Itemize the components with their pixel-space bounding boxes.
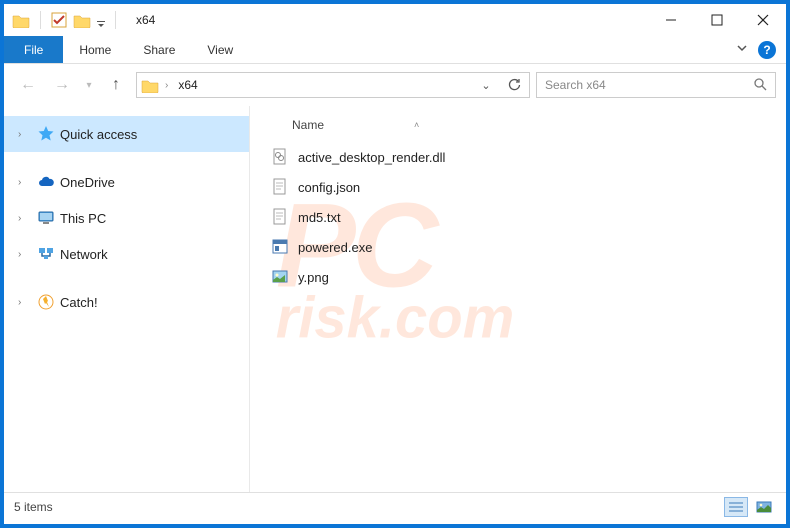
chevron-right-icon[interactable]: › (18, 297, 32, 308)
item-count: 5 items (14, 500, 53, 514)
file-image-icon (270, 267, 290, 287)
details-view-button[interactable] (724, 497, 748, 517)
search-input[interactable]: Search x64 (536, 72, 776, 98)
minimize-button[interactable] (648, 5, 694, 35)
thumbnails-view-button[interactable] (752, 497, 776, 517)
sidebar-item-catch-[interactable]: › Catch! (4, 284, 249, 320)
file-row[interactable]: md5.txt (264, 202, 786, 232)
address-bar: ← → ▾ ↑ › x64 ⌄ Search x64 (4, 64, 786, 106)
address-dropdown-icon[interactable]: ⌄ (475, 79, 497, 92)
navigation-pane: › Quick access › OneDrive › This PC › Network › C… (4, 106, 250, 492)
network-icon (36, 244, 56, 264)
sidebar-item-onedrive[interactable]: › OneDrive (4, 164, 249, 200)
file-row[interactable]: powered.exe (264, 232, 786, 262)
checkmark-icon[interactable] (51, 12, 67, 28)
catch-icon (36, 292, 56, 312)
sidebar-item-label: Network (60, 247, 108, 262)
file-text-icon (270, 207, 290, 227)
file-row[interactable]: y.png (264, 262, 786, 292)
chevron-right-icon[interactable]: › (18, 177, 32, 188)
chevron-right-icon[interactable]: › (18, 213, 32, 224)
file-row[interactable]: active_desktop_render.dll (264, 142, 786, 172)
sidebar-item-label: Catch! (60, 295, 98, 310)
cloud-icon (36, 172, 56, 192)
file-text-icon (270, 177, 290, 197)
sort-indicator-icon: ˄ (414, 120, 419, 130)
back-button[interactable]: ← (14, 71, 42, 99)
recent-dropdown-icon[interactable]: ▾ (82, 71, 96, 99)
sidebar-item-label: This PC (60, 211, 106, 226)
search-icon[interactable] (753, 77, 767, 94)
qat-dropdown-icon[interactable] (97, 16, 105, 24)
pc-icon (36, 208, 56, 228)
file-dll-icon (270, 147, 290, 167)
folder-icon (141, 78, 159, 93)
star-icon (36, 124, 56, 144)
column-name-label: Name (292, 118, 324, 132)
help-icon[interactable]: ? (758, 41, 776, 59)
file-name: config.json (298, 180, 360, 195)
breadcrumb[interactable]: x64 (174, 78, 201, 92)
tab-share[interactable]: Share (127, 36, 191, 63)
status-bar: 5 items (4, 492, 786, 520)
sidebar-item-label: OneDrive (60, 175, 115, 190)
file-name: powered.exe (298, 240, 372, 255)
file-list: Name ˄ active_desktop_render.dll config.j… (250, 106, 786, 492)
up-button[interactable]: ↑ (102, 71, 130, 99)
address-box[interactable]: › x64 ⌄ (136, 72, 530, 98)
tab-file[interactable]: File (4, 36, 63, 63)
search-placeholder: Search x64 (545, 78, 753, 92)
ribbon-expand-icon[interactable] (736, 41, 748, 59)
file-name: active_desktop_render.dll (298, 150, 445, 165)
maximize-button[interactable] (694, 5, 740, 35)
file-name: y.png (298, 270, 329, 285)
chevron-right-icon[interactable]: › (165, 80, 168, 91)
chevron-right-icon[interactable]: › (18, 249, 32, 260)
tab-home[interactable]: Home (63, 36, 127, 63)
refresh-icon[interactable] (503, 78, 525, 92)
titlebar: x64 (4, 4, 786, 36)
chevron-right-icon[interactable]: › (18, 129, 32, 140)
window-title: x64 (136, 13, 155, 27)
folder-icon (12, 13, 30, 28)
sidebar-item-quick-access[interactable]: › Quick access (4, 116, 249, 152)
file-name: md5.txt (298, 210, 341, 225)
file-exe-icon (270, 237, 290, 257)
file-row[interactable]: config.json (264, 172, 786, 202)
sidebar-item-network[interactable]: › Network (4, 236, 249, 272)
ribbon: File Home Share View ? (4, 36, 786, 64)
folder-icon[interactable] (73, 13, 91, 28)
sidebar-item-this-pc[interactable]: › This PC (4, 200, 249, 236)
sidebar-item-label: Quick access (60, 127, 137, 142)
close-button[interactable] (740, 5, 786, 35)
column-header-name[interactable]: Name ˄ (264, 114, 786, 142)
tab-view[interactable]: View (191, 36, 249, 63)
forward-button[interactable]: → (48, 71, 76, 99)
